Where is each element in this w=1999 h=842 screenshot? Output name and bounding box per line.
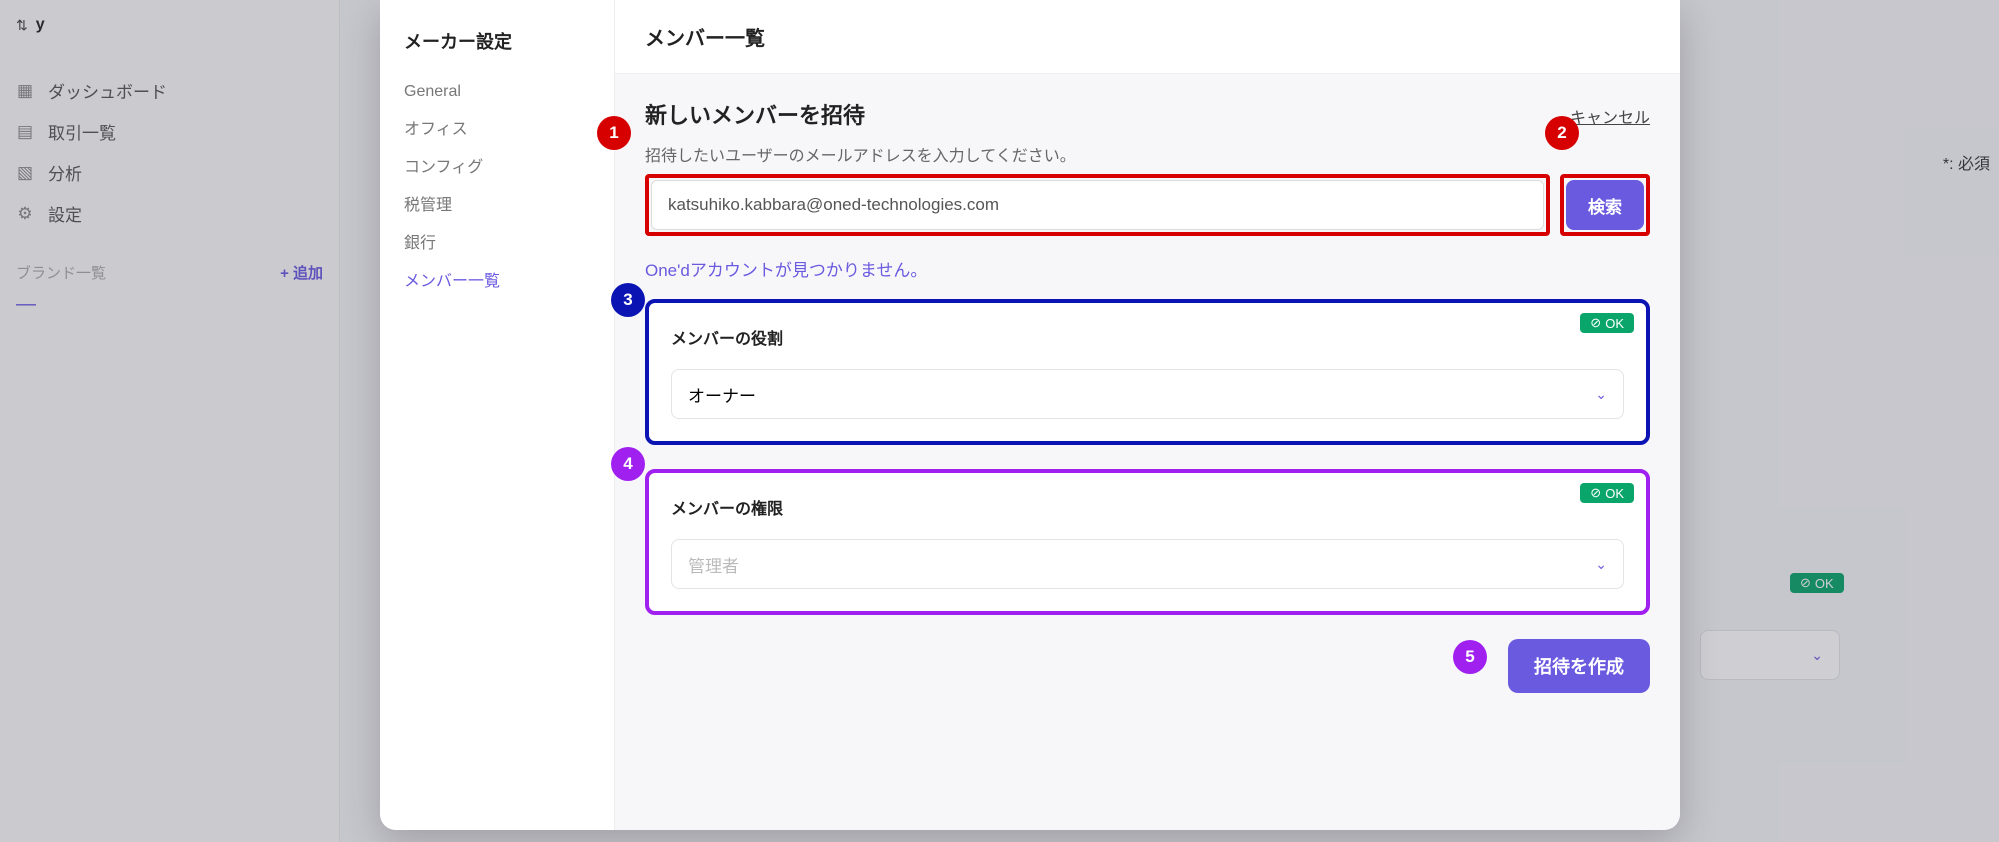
check-icon: ⊘ xyxy=(1590,315,1601,331)
search-button[interactable]: 検索 xyxy=(1566,180,1644,230)
submit-row: 招待を作成 xyxy=(645,639,1650,693)
modal-sidebar-title: メーカー設定 xyxy=(404,28,590,54)
ok-badge: ⊘ OK xyxy=(1580,313,1634,333)
ok-badge: ⊘ OK xyxy=(1580,483,1634,503)
check-icon: ⊘ xyxy=(1590,485,1601,501)
modal-body: 新しいメンバーを招待 キャンセル 招待したいユーザーのメールアドレスを入力してく… xyxy=(615,74,1680,830)
annotation-marker-1: 1 xyxy=(597,116,631,150)
role-select[interactable]: オーナー ⌄ xyxy=(671,369,1624,419)
annotation-marker-4: 4 xyxy=(611,447,645,481)
sidebar-item-tax[interactable]: 税管理 xyxy=(404,184,590,222)
annotation-marker-5: 5 xyxy=(1453,640,1487,674)
modal-main: メンバー一覧 新しいメンバーを招待 キャンセル 招待したいユーザーのメールアドレ… xyxy=(615,0,1680,830)
annotation-marker-3: 3 xyxy=(611,283,645,317)
sidebar-item-general[interactable]: General xyxy=(404,76,590,108)
role-card: ⊘ OK メンバーの役割 オーナー ⌄ xyxy=(645,299,1650,445)
role-label: メンバーの役割 xyxy=(671,325,1624,349)
chevron-down-icon: ⌄ xyxy=(1595,386,1607,403)
permission-card: ⊘ OK メンバーの権限 管理者 ⌄ xyxy=(645,469,1650,615)
annotation-marker-2: 2 xyxy=(1545,116,1579,150)
invite-subtitle: 招待したいユーザーのメールアドレスを入力してください。 xyxy=(645,142,1650,166)
sidebar-item-members[interactable]: メンバー一覧 xyxy=(404,260,590,298)
permission-selected: 管理者 xyxy=(688,552,739,577)
invite-head: 新しいメンバーを招待 キャンセル xyxy=(645,98,1650,130)
chevron-down-icon: ⌄ xyxy=(1595,556,1607,573)
sidebar-item-bank[interactable]: 銀行 xyxy=(404,222,590,260)
sidebar-item-config[interactable]: コンフィグ xyxy=(404,146,590,184)
create-invite-button[interactable]: 招待を作成 xyxy=(1508,639,1650,693)
permission-label: メンバーの権限 xyxy=(671,495,1624,519)
settings-modal: メーカー設定 General オフィス コンフィグ 税管理 銀行 メンバー一覧 … xyxy=(380,0,1680,830)
invite-title: 新しいメンバーを招待 xyxy=(645,98,865,130)
email-input[interactable] xyxy=(651,180,1544,230)
modal-header: メンバー一覧 xyxy=(615,0,1680,74)
email-row: 検索 xyxy=(645,174,1650,236)
role-selected: オーナー xyxy=(688,382,756,407)
email-highlight xyxy=(645,174,1550,236)
permission-select[interactable]: 管理者 ⌄ xyxy=(671,539,1624,589)
search-highlight: 検索 xyxy=(1560,174,1650,236)
account-not-found: One'dアカウントが見つかりません。 xyxy=(645,256,1650,281)
sidebar-item-office[interactable]: オフィス xyxy=(404,108,590,146)
cancel-link[interactable]: キャンセル xyxy=(1570,104,1650,128)
modal-sidebar: メーカー設定 General オフィス コンフィグ 税管理 銀行 メンバー一覧 xyxy=(380,0,615,830)
